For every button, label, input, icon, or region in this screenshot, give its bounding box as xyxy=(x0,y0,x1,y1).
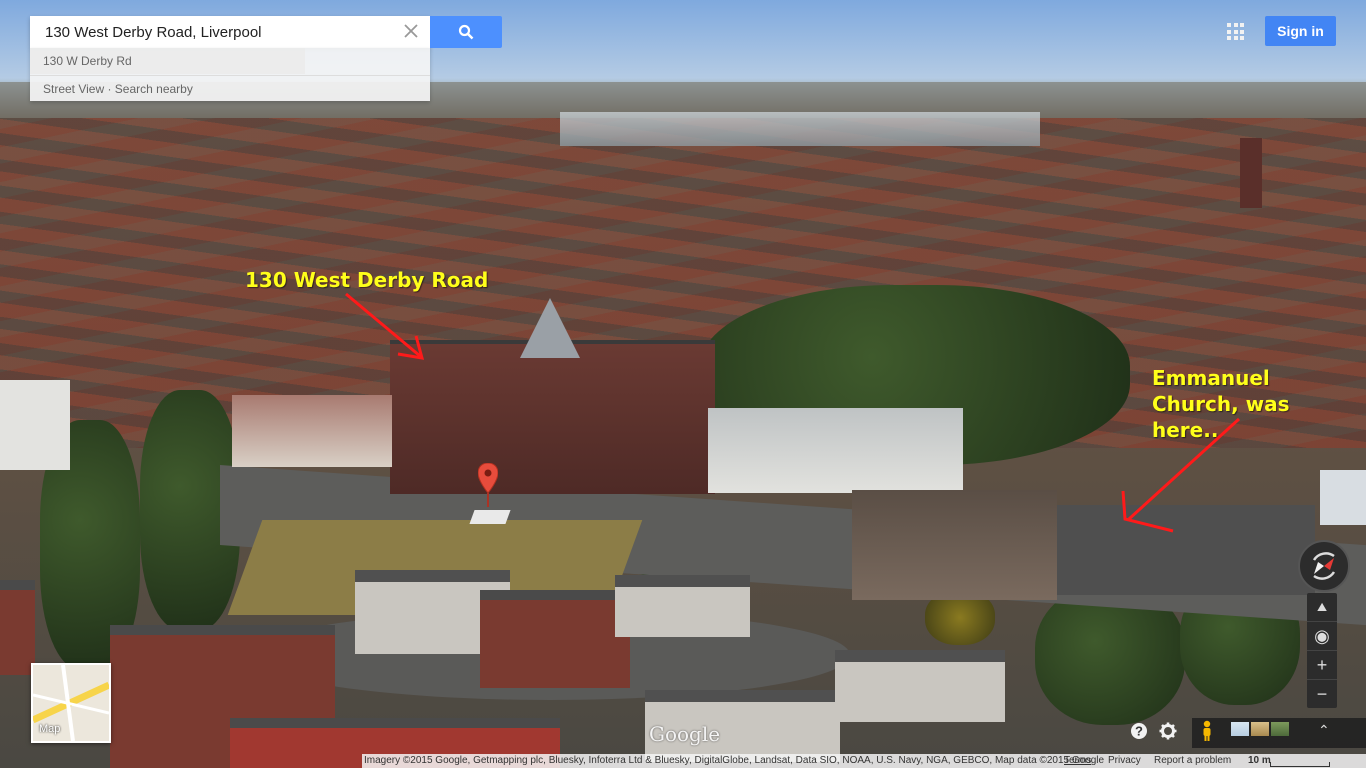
my-location-icon[interactable]: ◉ xyxy=(1307,622,1337,651)
scale-label[interactable]: 10 m xyxy=(1248,755,1271,766)
apps-grid-icon[interactable] xyxy=(1227,23,1244,40)
google-logo: Google xyxy=(649,722,721,746)
layer-thumb-map[interactable] xyxy=(1231,722,1249,736)
zoom-in-icon[interactable]: + xyxy=(1307,651,1337,680)
attribution-bar: Imagery ©2015 Google, Getmapping plc, Bl… xyxy=(362,754,1366,768)
report-problem-link[interactable]: Report a problem xyxy=(1154,755,1231,766)
church-annotation-line2: Church, was xyxy=(1152,392,1290,416)
pin-base xyxy=(469,510,511,524)
imagery-credit: Imagery ©2015 Google, Getmapping plc, Bl… xyxy=(364,755,1105,766)
svg-text:?: ? xyxy=(1135,724,1143,739)
pegman-icon[interactable] xyxy=(1199,720,1215,742)
search-input[interactable] xyxy=(43,22,407,42)
compass-needle xyxy=(1312,552,1336,580)
house xyxy=(0,580,35,675)
map-pin-icon[interactable] xyxy=(478,463,498,507)
address-annotation: 130 West Derby Road xyxy=(245,268,489,292)
main-building xyxy=(390,340,715,494)
house xyxy=(480,590,630,688)
white-shed xyxy=(1320,470,1366,525)
house xyxy=(835,650,1005,722)
tilt-icon[interactable]: ⛰ xyxy=(1307,593,1337,622)
help-icon[interactable]: ? xyxy=(1130,722,1148,740)
scale-bar xyxy=(1270,762,1330,767)
distant-stadium xyxy=(560,112,1040,146)
white-house-left xyxy=(0,380,70,470)
layer-thumb-satellite[interactable] xyxy=(1271,722,1289,736)
search-icon xyxy=(458,24,474,40)
minimap-label: Map xyxy=(39,723,61,735)
white-building xyxy=(708,408,963,493)
side-building xyxy=(232,395,392,467)
church-annotation-line1: Emmanuel xyxy=(1152,366,1270,390)
suggestion-item[interactable]: 130 W Derby Rd xyxy=(30,48,305,74)
close-icon[interactable] xyxy=(402,22,420,40)
church-arrow xyxy=(1121,417,1241,533)
zoom-out-icon[interactable]: − xyxy=(1307,680,1337,708)
map-controls: ⛰ ◉ + − xyxy=(1307,593,1337,708)
house xyxy=(615,575,750,637)
gear-icon[interactable] xyxy=(1159,722,1177,740)
suggestion-item[interactable]: Street View · Search nearby xyxy=(30,75,430,102)
search-button[interactable] xyxy=(430,16,502,48)
address-arrow xyxy=(345,292,425,360)
compass-icon[interactable] xyxy=(1298,540,1350,592)
corner-building xyxy=(852,490,1057,600)
chevron-up-icon[interactable]: ⌃ xyxy=(1318,722,1330,739)
search-box[interactable] xyxy=(30,16,430,48)
layer-thumb-terrain[interactable] xyxy=(1251,722,1269,736)
sign-in-button[interactable]: Sign in xyxy=(1265,16,1336,46)
layer-thumbnails xyxy=(1231,722,1289,736)
search-suggestions: 130 W Derby Rd Street View · Search near… xyxy=(30,48,430,101)
terms-link[interactable]: Terms xyxy=(1064,755,1091,766)
church-tower xyxy=(1240,138,1262,208)
minimap-toggle[interactable]: Map xyxy=(31,663,111,743)
privacy-link[interactable]: Privacy xyxy=(1108,755,1141,766)
